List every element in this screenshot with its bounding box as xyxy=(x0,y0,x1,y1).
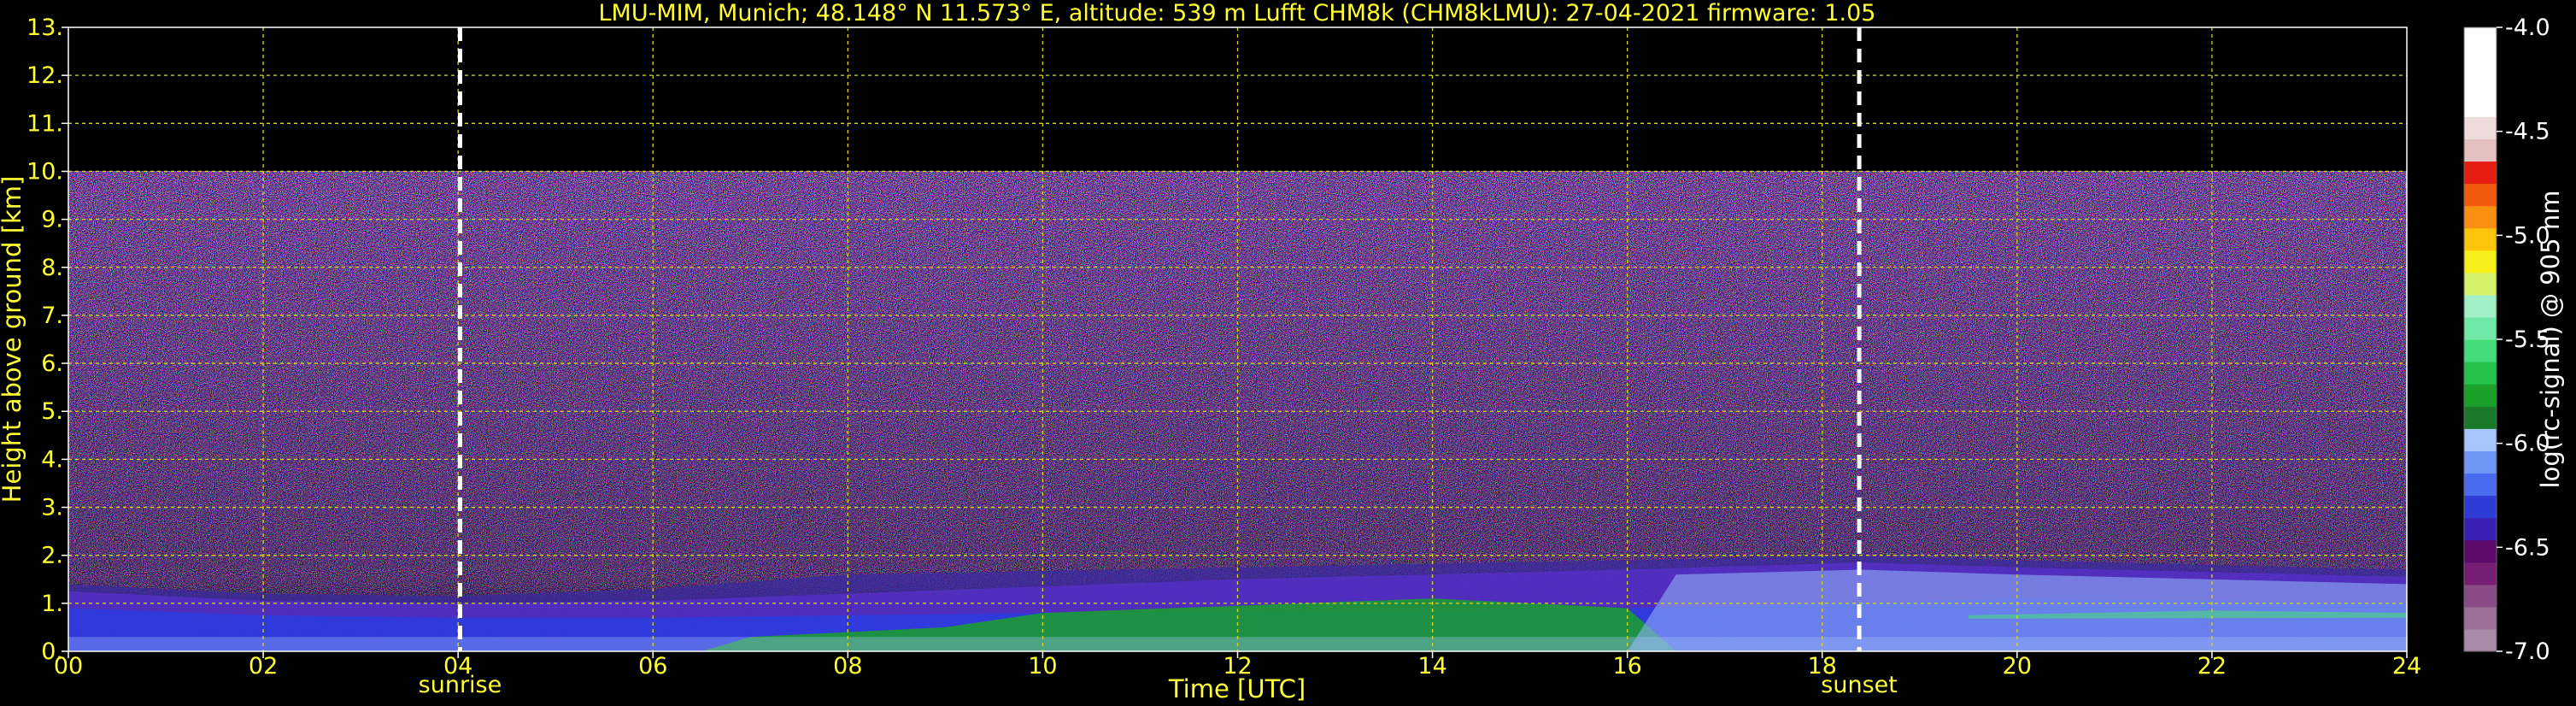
y-tick-label: 8. xyxy=(41,255,63,281)
y-tick-label: 9. xyxy=(41,207,63,233)
chart-title: LMU-MIM, Munich; 48.148° N 11.573° E, al… xyxy=(599,0,1876,26)
colorbar-segment xyxy=(2464,562,2497,585)
x-tick-label: 08 xyxy=(833,653,862,680)
colorbar-segment xyxy=(2464,539,2497,563)
colorbar-segment xyxy=(2464,72,2497,95)
y-tick-label: 6. xyxy=(41,350,63,377)
colorbar-segment xyxy=(2464,94,2497,117)
colorbar-segment xyxy=(2464,116,2497,139)
colorbar-segment xyxy=(2464,384,2497,407)
colorbar-segment xyxy=(2464,50,2497,73)
x-tick-label: 10 xyxy=(1028,653,1057,680)
x-tick-label: 18 xyxy=(1808,653,1837,680)
colorbar-segment xyxy=(2464,473,2497,497)
ceilometer-chart: LMU-MIM, Munich; 48.148° N 11.573° E, al… xyxy=(0,0,2565,703)
colorbar-segment xyxy=(2464,205,2497,229)
y-tick-label: 4. xyxy=(41,446,63,473)
y-tick-label: 12. xyxy=(26,62,63,89)
colorbar-segment xyxy=(2464,294,2497,318)
x-tick-label: 04 xyxy=(443,653,472,680)
colorbar-segment xyxy=(2464,450,2497,474)
colorbar-segment xyxy=(2464,628,2497,652)
x-tick-label: 16 xyxy=(1612,653,1641,680)
colorbar-segment xyxy=(2464,584,2497,608)
y-tick-label: 13. xyxy=(26,15,63,41)
x-tick-label: 02 xyxy=(249,653,278,680)
colorbar-segment xyxy=(2464,517,2497,541)
colorbar-segment xyxy=(2464,339,2497,362)
colorbar-segment xyxy=(2464,606,2497,630)
colorbar-segment xyxy=(2464,227,2497,251)
x-tick-label: 06 xyxy=(638,653,667,680)
colorbar-tick-label: -7.0 xyxy=(2505,638,2550,665)
y-tick-label: 7. xyxy=(41,303,63,329)
colorbar-segment xyxy=(2464,161,2497,185)
colorbar-segment xyxy=(2464,250,2497,274)
y-tick-label: 3. xyxy=(41,495,63,521)
x-tick-label: 22 xyxy=(2198,653,2227,680)
colorbar-segment xyxy=(2464,495,2497,519)
colorbar-segment xyxy=(2464,27,2497,50)
colorbar-segment xyxy=(2464,428,2497,451)
y-tick-label: 2. xyxy=(41,543,63,569)
y-tick-label: 0. xyxy=(41,638,63,665)
x-tick-label: 20 xyxy=(2003,653,2032,680)
colorbar-tick-label: -4.5 xyxy=(2505,119,2550,145)
colorbar-segment xyxy=(2464,138,2497,162)
y-tick-labels: 0. 1. 2. 3. 4. 5. 6. 7. 8. 9. 10. 11. 12. 13. xyxy=(26,15,68,665)
x-axis-title: Time [UTC] xyxy=(1168,674,1306,703)
y-tick-label: 11. xyxy=(26,110,63,137)
colorbar-segment xyxy=(2464,406,2497,429)
colorbar xyxy=(2463,26,2497,652)
x-tick-label: 14 xyxy=(1417,653,1446,680)
colorbar-segment xyxy=(2464,316,2497,340)
y-tick-label: 5. xyxy=(41,398,63,425)
x-tick-label: 24 xyxy=(2392,653,2421,680)
colorbar-segment xyxy=(2464,183,2497,207)
colorbar-title: log(rc-signal) @ 905 nm xyxy=(2536,191,2565,489)
colorbar-tick-label: -4.0 xyxy=(2505,15,2550,41)
colorbar-segment xyxy=(2464,362,2497,385)
colorbar-tick-label: -6.5 xyxy=(2505,534,2550,561)
y-axis-title: Height above ground [km] xyxy=(0,176,26,503)
y-tick-label: 10. xyxy=(26,158,63,185)
colorbar-segment xyxy=(2464,272,2497,296)
y-tick-label: 1. xyxy=(41,591,63,617)
